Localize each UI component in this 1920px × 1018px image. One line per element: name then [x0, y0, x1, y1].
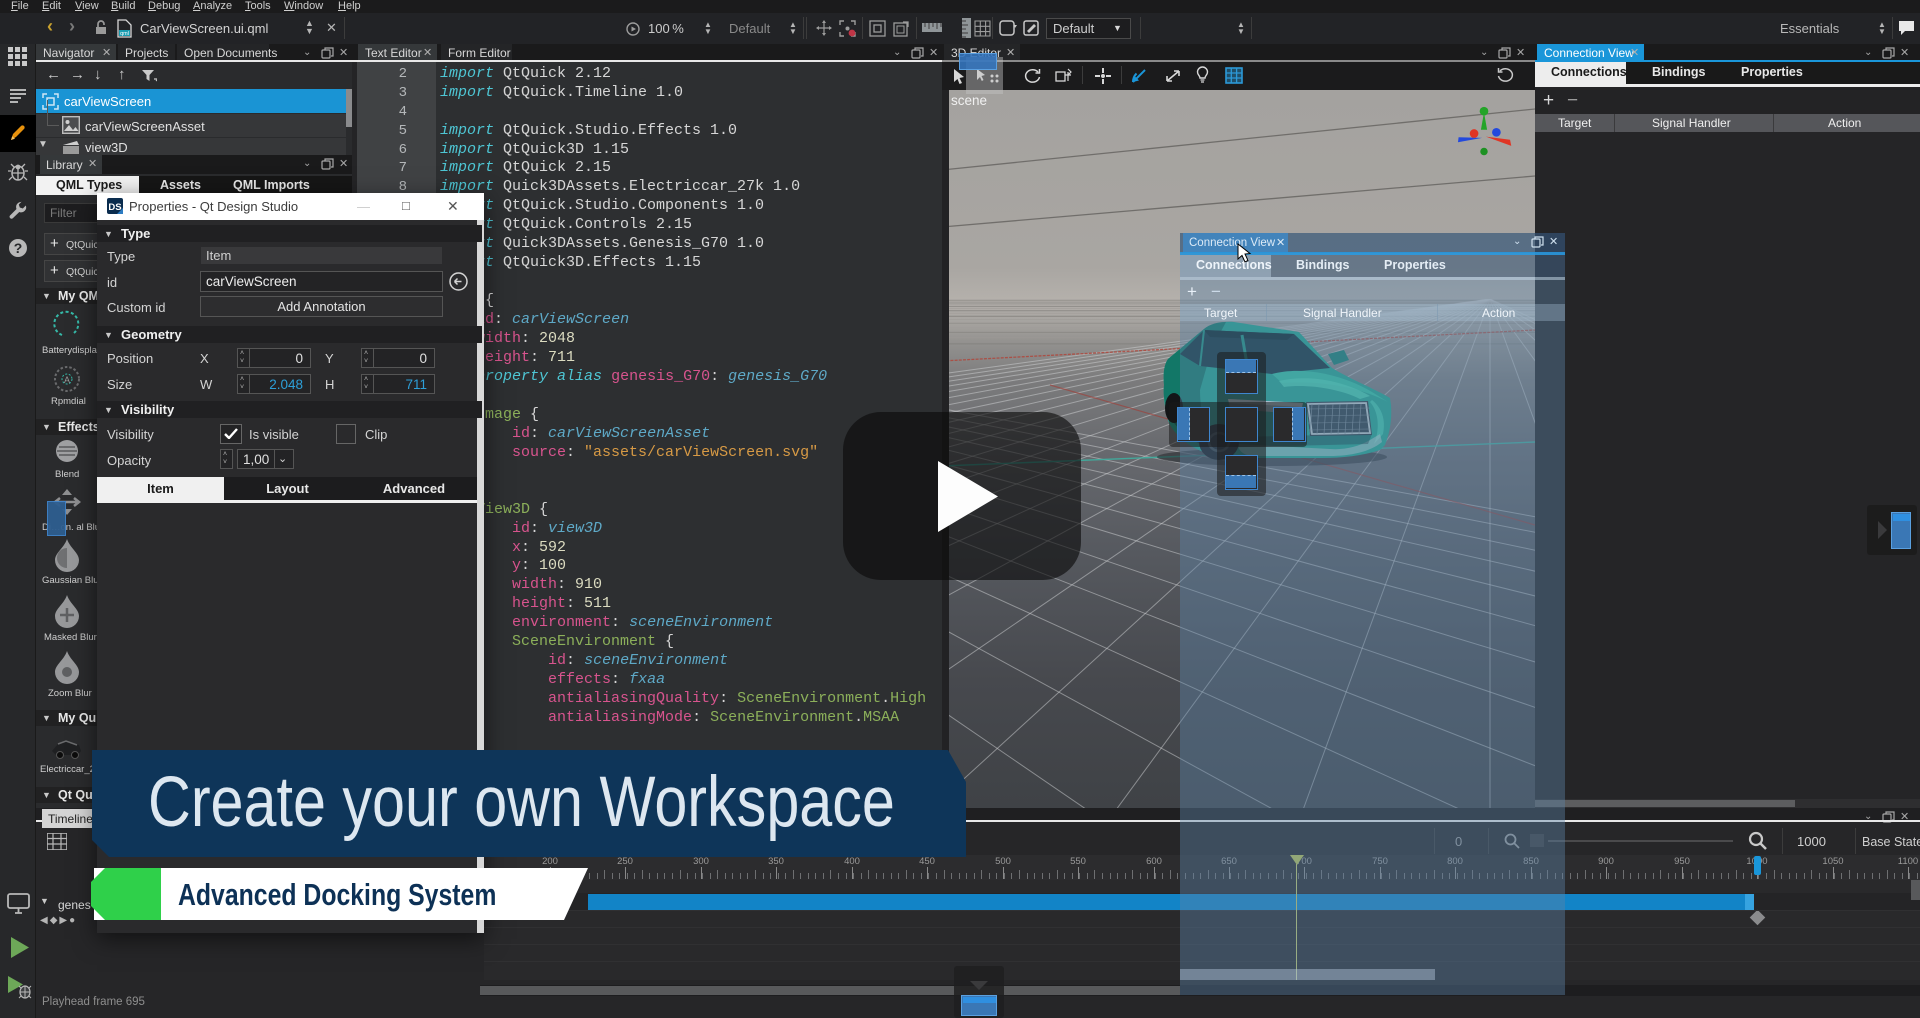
svg-text:A: A: [64, 375, 70, 385]
svg-text:qml: qml: [120, 31, 129, 37]
svg-text:DS: DS: [108, 202, 121, 213]
svg-text:?: ?: [14, 240, 23, 256]
